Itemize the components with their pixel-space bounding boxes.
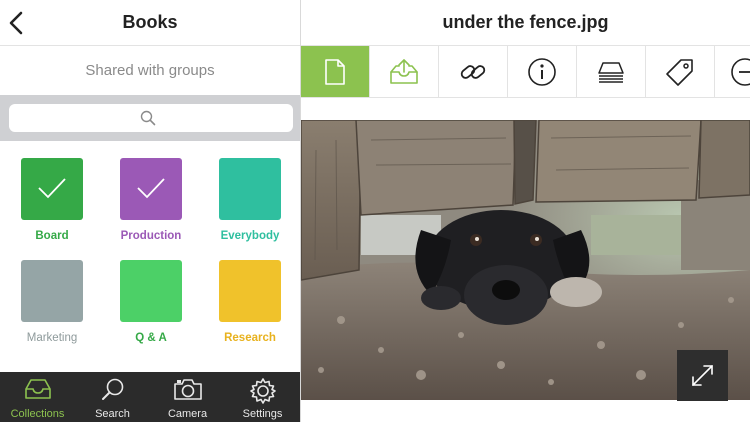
search-icon — [140, 110, 156, 126]
toolbar-info-button[interactable] — [508, 46, 577, 97]
search-icon — [101, 378, 123, 400]
add-icon — [731, 57, 750, 86]
toolbar-stack-button[interactable] — [577, 46, 646, 97]
group-label: Marketing — [26, 332, 78, 344]
share-upload-icon — [390, 58, 418, 84]
file-detail-panel: under the fence.jpg — [301, 0, 750, 422]
group-tile — [219, 158, 281, 220]
group-everybody[interactable]: Everybody — [205, 143, 295, 243]
search-input[interactable] — [9, 104, 293, 132]
info-icon — [528, 57, 556, 86]
toolbar-tag-button[interactable] — [646, 46, 715, 97]
file-toolbar — [301, 46, 750, 98]
document-icon — [325, 58, 345, 85]
fullscreen-button[interactable] — [677, 350, 728, 401]
camera-icon — [173, 379, 202, 400]
file-title: under the fence.jpg — [442, 12, 609, 32]
search-bar-container — [0, 95, 300, 141]
group-qa[interactable]: Q & A — [106, 245, 196, 345]
checkmark-icon — [38, 178, 66, 199]
stack-icon — [598, 61, 624, 83]
group-label: Board — [35, 230, 69, 242]
group-production[interactable]: Production — [106, 143, 196, 243]
tab-label: Search — [95, 408, 130, 420]
tray-icon — [24, 379, 51, 399]
toolbar-link-button[interactable] — [439, 46, 508, 97]
tab-label: Camera — [167, 408, 208, 420]
group-tile — [120, 260, 182, 322]
toolbar-document-button[interactable] — [301, 46, 370, 97]
bottom-tab-bar: Collections Search Camera Settings — [0, 372, 300, 422]
tab-label: Settings — [242, 408, 283, 420]
shared-with-groups-label: Shared with groups — [85, 62, 215, 79]
right-header: under the fence.jpg — [301, 0, 750, 46]
tag-icon — [666, 58, 693, 86]
group-label: Everybody — [220, 230, 280, 242]
group-tile — [21, 158, 83, 220]
group-marketing[interactable]: Marketing — [7, 245, 97, 345]
group-label: Production — [120, 230, 182, 242]
gear-icon — [249, 378, 276, 404]
tab-settings[interactable]: Settings — [225, 372, 300, 422]
tab-search[interactable]: Search — [75, 372, 150, 422]
tab-collections[interactable]: Collections — [0, 372, 75, 422]
groups-grid: Board Production Everybody Marketing Q &… — [0, 141, 300, 372]
toolbar-share-button[interactable] — [370, 46, 439, 97]
group-tile — [21, 260, 83, 322]
group-tile — [120, 158, 182, 220]
group-label: Q & A — [135, 332, 167, 344]
group-tile — [219, 260, 281, 322]
link-icon — [460, 64, 486, 79]
group-research[interactable]: Research — [205, 245, 295, 345]
left-header: Books — [0, 0, 300, 46]
checkmark-icon — [137, 178, 165, 199]
toolbar-add-button[interactable] — [715, 46, 750, 97]
collection-title: Books — [122, 12, 178, 32]
group-board[interactable]: Board — [7, 143, 97, 243]
tab-label: Collections — [10, 408, 65, 420]
collections-panel: Books Shared with groups Board Productio… — [0, 0, 300, 422]
tab-camera[interactable]: Camera — [150, 372, 225, 422]
expand-icon — [692, 365, 713, 386]
group-label: Research — [224, 332, 276, 344]
